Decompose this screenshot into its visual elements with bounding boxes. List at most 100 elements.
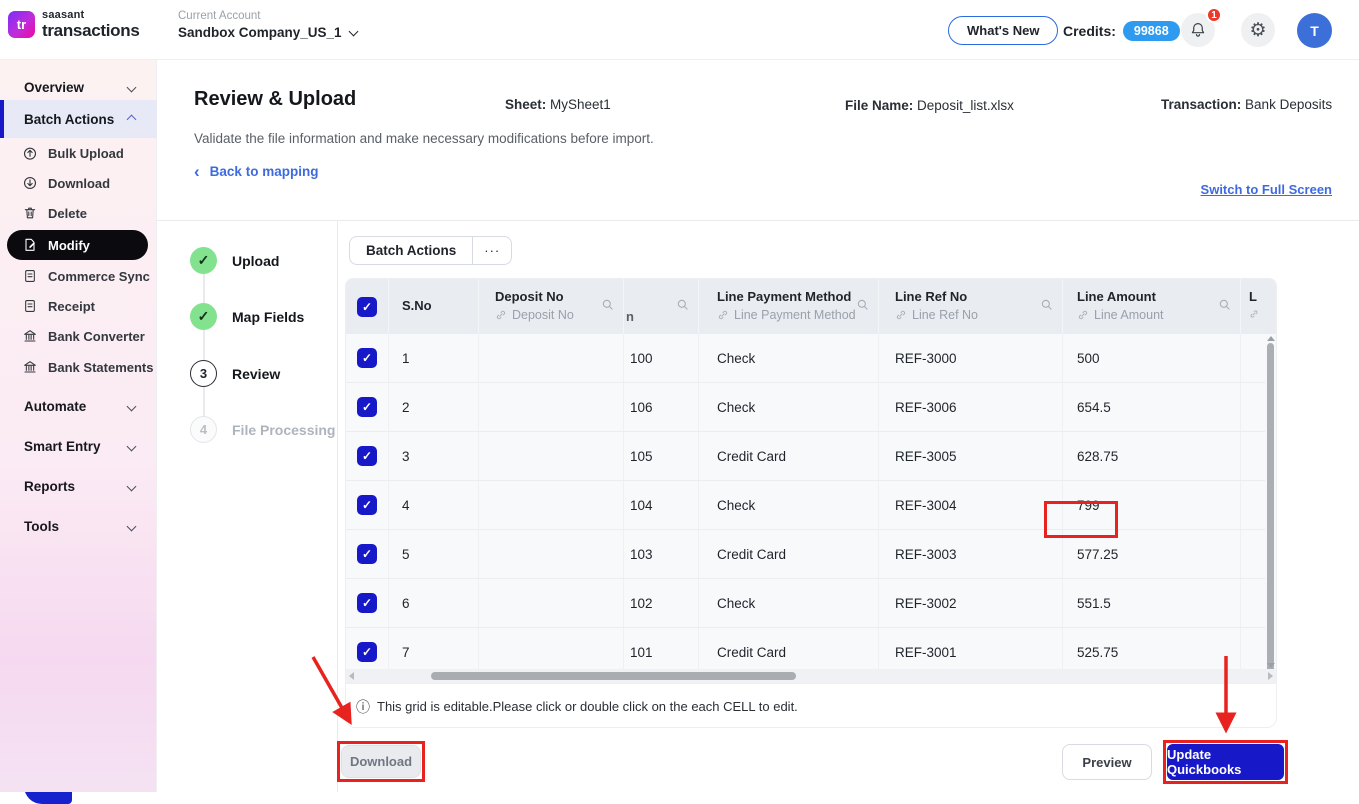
scroll-down-arrow[interactable] [1267,663,1275,668]
search-icon[interactable] [676,298,690,312]
cell-ref-no[interactable]: REF-3001 [879,628,1063,669]
row-checkbox[interactable]: ✓ [346,481,389,529]
cell-sno[interactable]: 6 [389,579,479,627]
app-logo[interactable]: tr saasant transactions [8,10,140,39]
check-icon: ✓ [361,300,373,314]
sidebar-item-bulk-upload[interactable]: Bulk Upload [0,138,157,168]
column-header-clipped-right[interactable]: L [1241,279,1267,334]
cell-payment-method[interactable]: Credit Card [699,432,879,480]
sidebar-item-download[interactable]: Download [0,168,157,198]
update-quickbooks-button[interactable]: Update Quickbooks [1167,744,1284,780]
cell-clipped[interactable]: 100 [624,334,699,382]
scroll-left-arrow[interactable] [349,672,354,680]
cell-ref-no[interactable]: REF-3005 [879,432,1063,480]
sidebar-item-delete[interactable]: Delete [0,198,157,228]
cell-ref-no[interactable]: REF-3006 [879,383,1063,431]
whats-new-button[interactable]: What's New [948,16,1059,45]
sidebar-item-tools[interactable]: Tools [0,507,157,545]
sidebar-item-receipt[interactable]: Receipt [0,291,157,321]
cell-deposit-no[interactable] [479,432,624,480]
cell-payment-method[interactable]: Check [699,481,879,529]
cell-ref-no[interactable]: REF-3003 [879,530,1063,578]
header-select-all[interactable]: ✓ [346,279,389,334]
cell-clipped[interactable]: 105 [624,432,699,480]
search-icon[interactable] [1218,298,1232,312]
batch-actions-split-button[interactable]: Batch Actions ··· [349,236,513,265]
cell-clipped[interactable]: 102 [624,579,699,627]
cell-deposit-no[interactable] [479,383,624,431]
column-header-ref-no[interactable]: Line Ref No Line Ref No [879,279,1063,334]
cell-amount-highlighted[interactable]: 799 [1063,481,1241,529]
search-icon[interactable] [856,298,870,312]
cell-deposit-no[interactable] [479,628,624,669]
scroll-up-arrow[interactable] [1267,336,1275,341]
brand-name-bottom: transactions [42,21,140,40]
cell-payment-method[interactable]: Credit Card [699,530,879,578]
more-options-button[interactable]: ··· [472,237,511,264]
column-header-clipped[interactable]: n [624,279,699,334]
batch-actions-button[interactable]: Batch Actions [350,237,472,264]
cell-payment-method[interactable]: Check [699,383,879,431]
user-avatar[interactable]: T [1297,13,1332,48]
cell-amount[interactable]: 628.75 [1063,432,1241,480]
cell-sno[interactable]: 5 [389,530,479,578]
preview-button[interactable]: Preview [1062,744,1152,780]
cell-amount[interactable]: 551.5 [1063,579,1241,627]
row-checkbox[interactable]: ✓ [346,628,389,669]
cell-clipped[interactable]: 101 [624,628,699,669]
cell-deposit-no[interactable] [479,334,624,382]
download-button[interactable]: Download [341,745,421,778]
row-checkbox[interactable]: ✓ [346,579,389,627]
table-row: ✓ 2 106 Check REF-3006 654.5 [346,383,1276,432]
settings-button[interactable]: ⚙ [1241,13,1275,47]
cell-amount[interactable]: 500 [1063,334,1241,382]
table-row: ✓ 1 100 Check REF-3000 500 [346,334,1276,383]
sidebar-item-smart-entry[interactable]: Smart Entry [0,427,157,465]
cell-sno[interactable]: 2 [389,383,479,431]
search-icon[interactable] [1040,298,1054,312]
cell-ref-no[interactable]: REF-3002 [879,579,1063,627]
cell-sno[interactable]: 1 [389,334,479,382]
horizontal-scroll-thumb[interactable] [431,672,796,680]
column-header-deposit-no[interactable]: Deposit No Deposit No [479,279,624,334]
row-checkbox[interactable]: ✓ [346,383,389,431]
row-checkbox[interactable]: ✓ [346,432,389,480]
row-checkbox[interactable]: ✓ [346,334,389,382]
cell-payment-method[interactable]: Credit Card [699,628,879,669]
sidebar-item-automate[interactable]: Automate [0,387,157,425]
cell-payment-method[interactable]: Check [699,579,879,627]
cell-sno[interactable]: 7 [389,628,479,669]
cell-deposit-no[interactable] [479,530,624,578]
cell-clipped[interactable]: 104 [624,481,699,529]
sidebar-item-modify[interactable]: Modify [7,230,148,260]
vertical-scroll-thumb[interactable] [1267,343,1274,673]
cell-sno[interactable]: 4 [389,481,479,529]
horizontal-scrollbar[interactable] [346,669,1276,683]
cell-payment-method[interactable]: Check [699,334,879,382]
sidebar-item-commerce-sync[interactable]: Commerce Sync [0,261,157,291]
cell-amount[interactable]: 525.75 [1063,628,1241,669]
cell-clipped[interactable]: 106 [624,383,699,431]
column-header-payment-method[interactable]: Line Payment Method Line Payment Method [699,279,879,334]
sidebar-item-bank-converter[interactable]: Bank Converter [0,321,157,351]
back-to-mapping-link[interactable]: ‹ Back to mapping [194,163,318,180]
switch-to-fullscreen-link[interactable]: Switch to Full Screen [1201,182,1332,197]
cell-deposit-no[interactable] [479,481,624,529]
row-checkbox[interactable]: ✓ [346,530,389,578]
cell-ref-no[interactable]: REF-3000 [879,334,1063,382]
column-header-amount[interactable]: Line Amount Line Amount [1063,279,1241,334]
search-icon[interactable] [601,298,615,312]
scroll-right-arrow[interactable] [1268,672,1273,680]
cell-amount[interactable]: 577.25 [1063,530,1241,578]
vertical-scrollbar[interactable] [1265,335,1276,673]
cell-amount[interactable]: 654.5 [1063,383,1241,431]
column-header-sno[interactable]: S.No [389,279,479,334]
cell-ref-no[interactable]: REF-3004 [879,481,1063,529]
current-account-selector[interactable]: Current Account Sandbox Company_US_1 [178,10,358,40]
sidebar-item-reports[interactable]: Reports [0,467,157,505]
cell-sno[interactable]: 3 [389,432,479,480]
sidebar-item-bank-statements[interactable]: Bank Statements [0,352,157,382]
sidebar-item-batch-actions[interactable]: Batch Actions [0,100,157,138]
cell-clipped[interactable]: 103 [624,530,699,578]
cell-deposit-no[interactable] [479,579,624,627]
